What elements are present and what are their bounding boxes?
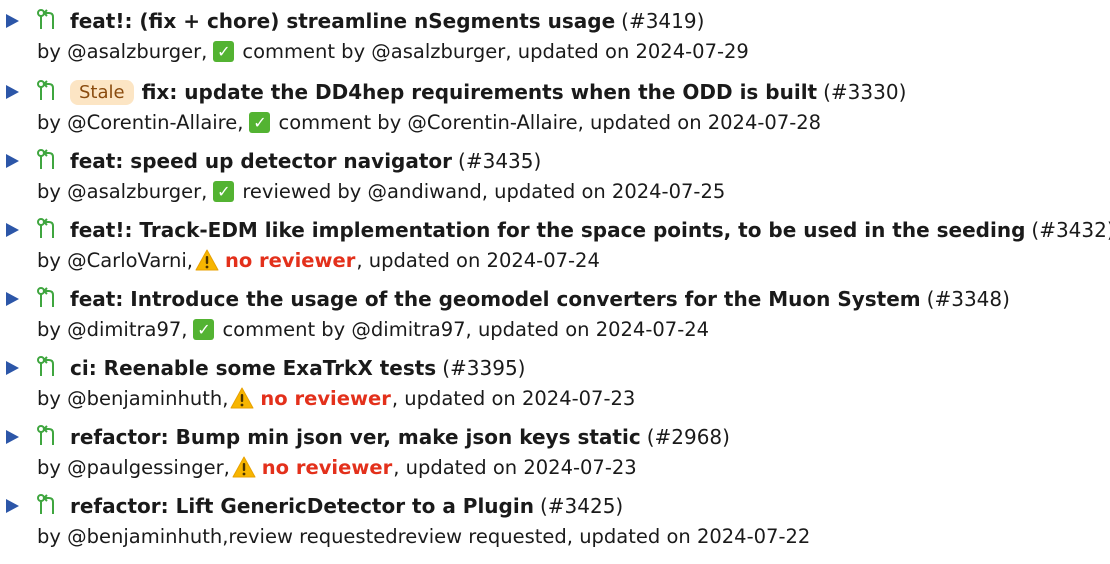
expand-triangle-icon[interactable]: [6, 499, 19, 513]
updated-date: , updated on 2024-07-22: [566, 524, 811, 548]
pull-request-icon: [36, 148, 58, 174]
expand-triangle-icon[interactable]: [6, 292, 19, 306]
pr-item: feat!: Track-EDM like implementation for…: [0, 211, 1110, 280]
review-status: no reviewer: [260, 386, 391, 410]
pr-title-link[interactable]: feat: Introduce the usage of the geomode…: [70, 287, 921, 311]
pr-title-link[interactable]: fix: update the DD4hep requirements when…: [142, 80, 818, 104]
expand-triangle-icon[interactable]: [6, 14, 19, 28]
pr-author: by @benjaminhuth,: [37, 386, 229, 410]
pr-title-link[interactable]: refactor: Bump min json ver, make json k…: [70, 425, 641, 449]
pull-request-icon: [36, 355, 58, 381]
warning-icon: [230, 387, 254, 409]
review-status: review requestedreview requested: [228, 524, 567, 548]
expand-triangle-icon[interactable]: [6, 85, 19, 99]
pr-item: feat: Introduce the usage of the geomode…: [0, 280, 1110, 349]
check-mark-icon: ✓: [213, 180, 235, 202]
pr-author: by @paulgessinger,: [37, 455, 230, 479]
pr-number: (#3330): [823, 80, 907, 104]
pr-title-link[interactable]: feat!: (fix + chore) streamline nSegment…: [70, 9, 615, 33]
expand-triangle-icon[interactable]: [6, 430, 19, 444]
updated-date: , updated on 2024-07-28: [577, 110, 822, 134]
pr-author: by @dimitra97,: [37, 317, 188, 341]
pull-request-icon: [36, 286, 58, 312]
updated-date: , updated on 2024-07-24: [465, 317, 710, 341]
pr-number: (#3348): [926, 287, 1010, 311]
pull-request-icon: [36, 493, 58, 519]
pr-number: (#3395): [442, 356, 526, 380]
check-mark-icon: ✓: [213, 40, 235, 62]
check-mark-icon: ✓: [249, 111, 271, 133]
pr-number: (#2968): [646, 425, 730, 449]
updated-date: , updated on 2024-07-24: [356, 248, 600, 272]
pr-author: by @asalzburger,: [37, 39, 208, 63]
pr-title-link[interactable]: ci: Reenable some ExaTrkX tests: [70, 356, 436, 380]
pr-item: feat: speed up detector navigator (#3435…: [0, 142, 1110, 211]
review-status: no reviewer: [261, 455, 393, 479]
pr-title-link[interactable]: feat!: Track-EDM like implementation for…: [70, 218, 1025, 242]
review-status: comment by @Corentin-Allaire: [278, 110, 578, 134]
warning-icon: [195, 249, 219, 271]
warning-icon: [232, 456, 256, 478]
pull-request-icon: [36, 79, 58, 105]
pr-number: (#3419): [621, 9, 705, 33]
pr-item: refactor: Bump min json ver, make json k…: [0, 418, 1110, 487]
pull-request-icon: [36, 424, 58, 450]
updated-date: , updated on 2024-07-29: [505, 39, 749, 63]
pr-author: by @asalzburger,: [37, 179, 208, 203]
pr-title-link[interactable]: refactor: Lift GenericDetector to a Plug…: [70, 494, 534, 518]
updated-date: , updated on 2024-07-23: [391, 386, 636, 410]
pull-request-list: feat!: (fix + chore) streamline nSegment…: [0, 0, 1110, 556]
pull-request-icon: [36, 8, 58, 34]
pr-title-link[interactable]: feat: speed up detector navigator: [70, 149, 452, 173]
pr-author: by @Corentin-Allaire,: [37, 110, 244, 134]
pr-item: Stale fix: update the DD4hep requirement…: [0, 73, 1110, 142]
expand-triangle-icon[interactable]: [6, 223, 19, 237]
pr-item: refactor: Lift GenericDetector to a Plug…: [0, 487, 1110, 556]
updated-date: , updated on 2024-07-25: [481, 179, 726, 203]
review-status: no reviewer: [224, 248, 356, 272]
check-mark-icon: ✓: [193, 318, 215, 340]
pr-number: (#3432): [1031, 218, 1110, 242]
review-status: comment by @dimitra97: [222, 317, 466, 341]
pr-item: ci: Reenable some ExaTrkX tests (#3395) …: [0, 349, 1110, 418]
pull-request-icon: [36, 217, 58, 243]
review-status: reviewed by @andiwand: [242, 179, 482, 203]
stale-badge: Stale: [70, 79, 134, 105]
pr-number: (#3425): [539, 494, 624, 518]
updated-date: , updated on 2024-07-23: [393, 455, 637, 479]
review-status: comment by @asalzburger: [242, 39, 506, 63]
pr-author: by @CarloVarni,: [37, 248, 193, 272]
pr-item: feat!: (fix + chore) streamline nSegment…: [0, 2, 1110, 73]
pr-author: by @benjaminhuth,: [37, 524, 229, 548]
expand-triangle-icon[interactable]: [6, 361, 19, 375]
pr-number: (#3435): [458, 149, 542, 173]
expand-triangle-icon[interactable]: [6, 154, 19, 168]
